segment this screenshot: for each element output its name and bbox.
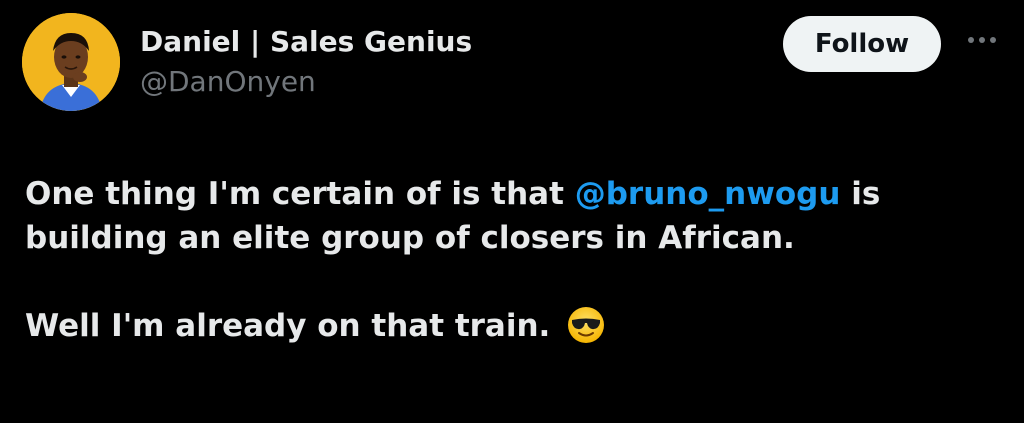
more-horizontal-icon[interactable] — [963, 28, 1001, 52]
tweet-text-segment: One thing I'm certain of is that — [25, 176, 575, 212]
tweet-line-1: One thing I'm certain of is that @bruno_… — [25, 172, 1005, 216]
tweet: Daniel | Sales Genius @DanOnyen Follow O… — [0, 0, 1024, 423]
tweet-line-2: building an elite group of closers in Af… — [25, 220, 795, 256]
tweet-text-segment: Well I'm already on that train. — [25, 308, 562, 344]
follow-button[interactable]: Follow — [783, 16, 941, 72]
tweet-text-segment: is — [840, 176, 881, 212]
author-display-name[interactable]: Daniel | Sales Genius — [140, 24, 472, 60]
sunglasses-emoji-icon — [567, 306, 605, 356]
tweet-text: One thing I'm certain of is that @bruno_… — [25, 172, 1005, 356]
tweet-line-3: Well I'm already on that train. — [25, 304, 1005, 356]
author-info: Daniel | Sales Genius @DanOnyen — [140, 24, 472, 100]
avatar[interactable] — [22, 13, 120, 111]
avatar-image — [22, 13, 120, 111]
mention-link[interactable]: @bruno_nwogu — [575, 176, 841, 212]
author-handle[interactable]: @DanOnyen — [140, 64, 472, 100]
paragraph-break — [25, 260, 1005, 304]
